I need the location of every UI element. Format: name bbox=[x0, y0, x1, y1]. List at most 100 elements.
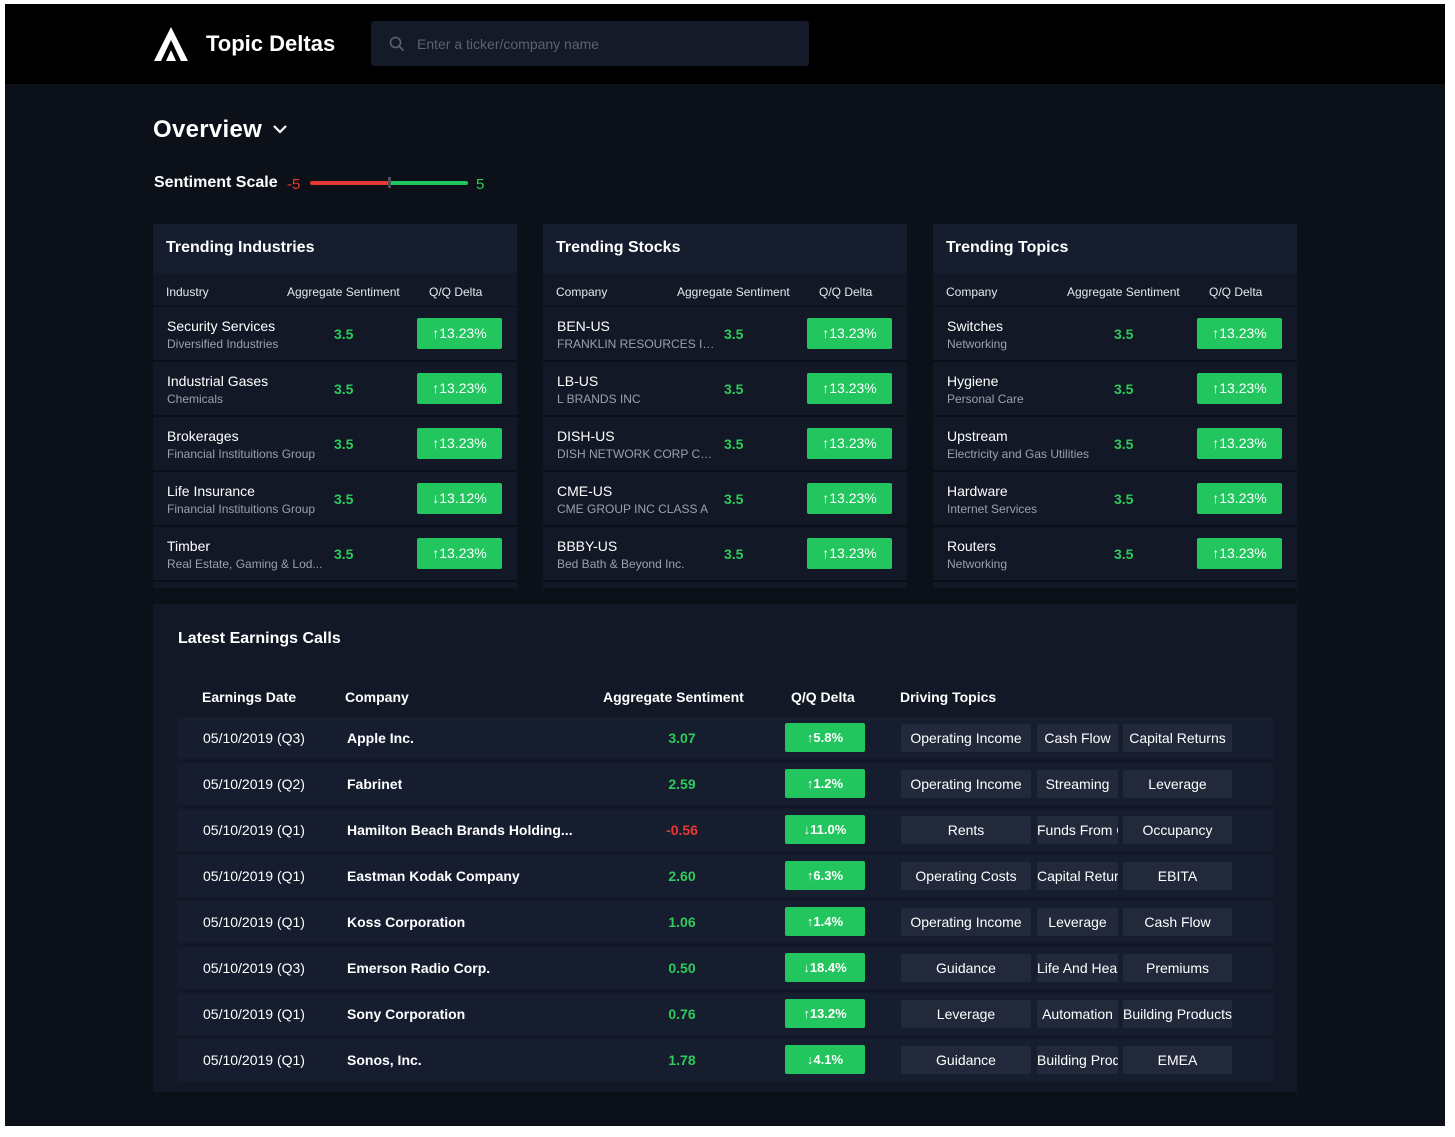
column-header: Aggregate Sentiment bbox=[287, 285, 400, 299]
item-title: DISH-US bbox=[557, 428, 615, 444]
item-sentiment: 3.5 bbox=[724, 546, 744, 562]
delta-badge: ↑13.2% bbox=[785, 999, 865, 1028]
earnings-date: 05/10/2019 (Q1) bbox=[203, 1006, 305, 1022]
item-subtitle: Electricity and Gas Utilities bbox=[947, 447, 1090, 461]
item-sentiment: 3.5 bbox=[1114, 326, 1134, 342]
topic-tag[interactable]: Building Product bbox=[1037, 1046, 1118, 1074]
list-item[interactable]: Security Services Diversified Industries… bbox=[153, 307, 517, 362]
item-subtitle: Financial Instituitions Group bbox=[167, 502, 316, 516]
topic-tag[interactable]: Automation bbox=[1037, 1000, 1118, 1028]
earnings-calls-panel: Latest Earnings Calls Earnings Date Comp… bbox=[153, 604, 1297, 1092]
list-item[interactable]: Hardware Internet Services 3.5 ↑13.23% bbox=[933, 472, 1297, 527]
table-row[interactable]: 05/10/2019 (Q1) Sonos, Inc. 1.78 ↓4.1% G… bbox=[177, 1039, 1273, 1081]
column-header: Q/Q Delta bbox=[429, 285, 483, 299]
table-row[interactable]: 05/10/2019 (Q2) Fabrinet 2.59 ↑1.2% Oper… bbox=[177, 763, 1273, 805]
item-title: Timber bbox=[167, 538, 211, 554]
table-row[interactable]: 05/10/2019 (Q1) Eastman Kodak Company 2.… bbox=[177, 855, 1273, 897]
company-name[interactable]: Eastman Kodak Company bbox=[347, 868, 520, 884]
item-sentiment: 3.5 bbox=[334, 326, 354, 342]
company-name[interactable]: Sony Corporation bbox=[347, 1006, 465, 1022]
company-name[interactable]: Fabrinet bbox=[347, 776, 402, 792]
topic-tag[interactable]: Guidance bbox=[901, 954, 1031, 982]
item-sentiment: 3.5 bbox=[1114, 546, 1134, 562]
card-column-headers: Industry Aggregate Sentiment Q/Q Delta bbox=[153, 273, 517, 307]
topic-tag[interactable]: Occupancy bbox=[1123, 816, 1232, 844]
topic-tag[interactable]: Operating Income bbox=[901, 770, 1031, 798]
delta-badge: ↑13.23% bbox=[807, 538, 892, 569]
list-item[interactable]: Switches Networking 3.5 ↑13.23% bbox=[933, 307, 1297, 362]
topic-tag[interactable]: Capital Returns bbox=[1037, 862, 1118, 890]
table-row[interactable]: 05/10/2019 (Q1) Koss Corporation 1.06 ↑1… bbox=[177, 901, 1273, 943]
table-row[interactable]: 05/10/2019 (Q3) Apple Inc. 3.07 ↑5.8% Op… bbox=[177, 717, 1273, 759]
item-title: Security Services bbox=[167, 318, 276, 334]
list-item[interactable]: Timber Real Estate, Gaming & Lod... 3.5 … bbox=[153, 527, 517, 582]
delta-badge: ↑13.23% bbox=[417, 373, 502, 404]
app-frame: Topic Deltas Overview Sentiment Scale -5… bbox=[5, 4, 1445, 1126]
delta-badge: ↑6.3% bbox=[785, 861, 865, 890]
topic-tag[interactable]: Cash Flow bbox=[1123, 908, 1232, 936]
list-item[interactable]: BBBY-US Bed Bath & Beyond Inc. 3.5 ↑13.2… bbox=[543, 527, 907, 582]
search-input[interactable] bbox=[417, 21, 797, 66]
topic-tag[interactable]: EMEA bbox=[1123, 1046, 1232, 1074]
delta-badge: ↓11.0% bbox=[785, 815, 865, 844]
logo-icon bbox=[154, 27, 188, 61]
company-name[interactable]: Apple Inc. bbox=[347, 730, 414, 746]
topic-tag[interactable]: Life And Health Insu bbox=[1037, 954, 1118, 982]
table-row[interactable]: 05/10/2019 (Q1) Hamilton Beach Brands Ho… bbox=[177, 809, 1273, 851]
list-item[interactable]: CME-US CME GROUP INC CLASS A 3.5 ↑13.23% bbox=[543, 472, 907, 527]
aggregate-sentiment: 1.78 bbox=[668, 1052, 696, 1068]
delta-badge: ↑13.23% bbox=[807, 373, 892, 404]
card-title: Trending Industries bbox=[153, 224, 517, 273]
topic-tag[interactable]: Operating Costs bbox=[901, 862, 1031, 890]
topic-tag[interactable]: Cash Flow bbox=[1037, 724, 1118, 752]
company-name[interactable]: Emerson Radio Corp. bbox=[347, 960, 490, 976]
delta-badge: ↑1.4% bbox=[785, 907, 865, 936]
topic-tag[interactable]: Rents bbox=[901, 816, 1031, 844]
aggregate-sentiment: 0.50 bbox=[668, 960, 696, 976]
topic-tag[interactable]: Streaming bbox=[1037, 770, 1118, 798]
list-item[interactable]: DISH-US DISH NETWORK CORP CLA... 3.5 ↑13… bbox=[543, 417, 907, 472]
table-row[interactable]: 05/10/2019 (Q3) Emerson Radio Corp. 0.50… bbox=[177, 947, 1273, 989]
list-item[interactable]: Brokerages Financial Instituitions Group… bbox=[153, 417, 517, 472]
item-sentiment: 3.5 bbox=[1114, 436, 1134, 452]
chevron-down-icon[interactable] bbox=[272, 123, 288, 135]
list-item[interactable]: Hygiene Personal Care 3.5 ↑13.23% bbox=[933, 362, 1297, 417]
item-title: LB-US bbox=[557, 373, 599, 389]
column-header: Q/Q Delta bbox=[791, 689, 855, 705]
topic-tag[interactable]: Guidance bbox=[901, 1046, 1031, 1074]
topic-tag[interactable]: Leverage bbox=[1123, 770, 1232, 798]
earnings-date: 05/10/2019 (Q1) bbox=[203, 1052, 305, 1068]
list-item[interactable]: Routers Networking 3.5 ↑13.23% bbox=[933, 527, 1297, 582]
earnings-date: 05/10/2019 (Q1) bbox=[203, 868, 305, 884]
company-name[interactable]: Hamilton Beach Brands Holding... bbox=[347, 822, 573, 838]
earnings-date: 05/10/2019 (Q1) bbox=[203, 822, 305, 838]
topic-tag[interactable]: Leverage bbox=[901, 1000, 1031, 1028]
card-title: Trending Topics bbox=[933, 224, 1297, 273]
topic-tag[interactable]: Leverage bbox=[1037, 908, 1118, 936]
topic-tag[interactable]: EBITA bbox=[1123, 862, 1232, 890]
company-name[interactable]: Sonos, Inc. bbox=[347, 1052, 422, 1068]
topic-tag[interactable]: Capital Returns bbox=[1123, 724, 1232, 752]
sentiment-scale-positive-bar bbox=[390, 181, 468, 185]
item-subtitle: CME GROUP INC CLASS A bbox=[557, 502, 709, 516]
company-name[interactable]: Koss Corporation bbox=[347, 914, 465, 930]
topic-tag[interactable]: Funds From Operat bbox=[1037, 816, 1118, 844]
topic-tag[interactable]: Building Products bbox=[1123, 1000, 1232, 1028]
topic-tag[interactable]: Operating Income bbox=[901, 724, 1031, 752]
sentiment-scale-max: 5 bbox=[476, 176, 485, 193]
delta-badge: ↑13.23% bbox=[1197, 318, 1282, 349]
aggregate-sentiment: 2.60 bbox=[668, 868, 696, 884]
list-item[interactable]: Industrial Gases Chemicals 3.5 ↑13.23% bbox=[153, 362, 517, 417]
item-title: Routers bbox=[947, 538, 997, 554]
search-box[interactable] bbox=[371, 21, 809, 66]
list-item[interactable]: Upstream Electricity and Gas Utilities 3… bbox=[933, 417, 1297, 472]
topic-tag[interactable]: Premiums bbox=[1123, 954, 1232, 982]
list-item[interactable]: LB-US L BRANDS INC 3.5 ↑13.23% bbox=[543, 362, 907, 417]
item-sentiment: 3.5 bbox=[724, 326, 744, 342]
list-item[interactable]: Life Insurance Financial Instituitions G… bbox=[153, 472, 517, 527]
delta-badge: ↑13.23% bbox=[417, 538, 502, 569]
column-header: Q/Q Delta bbox=[819, 285, 873, 299]
topic-tag[interactable]: Operating Income bbox=[901, 908, 1031, 936]
table-row[interactable]: 05/10/2019 (Q1) Sony Corporation 0.76 ↑1… bbox=[177, 993, 1273, 1035]
list-item[interactable]: BEN-US FRANKLIN RESOURCES INC 3.5 ↑13.23… bbox=[543, 307, 907, 362]
